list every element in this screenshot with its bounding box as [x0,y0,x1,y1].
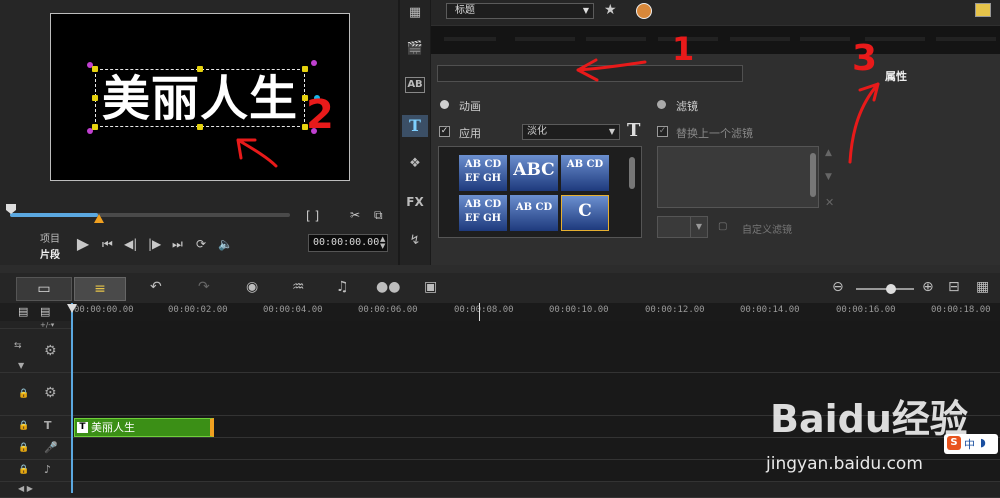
half-width-icon: ◗ [980,436,986,449]
baidu-logo: Baidu经验 [770,397,968,441]
ime-mode: 中 [964,438,975,451]
ime-indicator[interactable]: S 中 ◗ [944,434,998,454]
annotation-2: 2 [306,92,334,138]
watermark-url: jingyan.baidu.com [766,454,923,474]
annotation-3: 3 [852,38,878,79]
annotation-1: 1 [672,30,695,68]
arrow-2 [236,138,278,168]
sogou-icon: S [947,436,961,450]
arrow-3 [848,82,880,164]
arrow-1 [576,58,647,82]
